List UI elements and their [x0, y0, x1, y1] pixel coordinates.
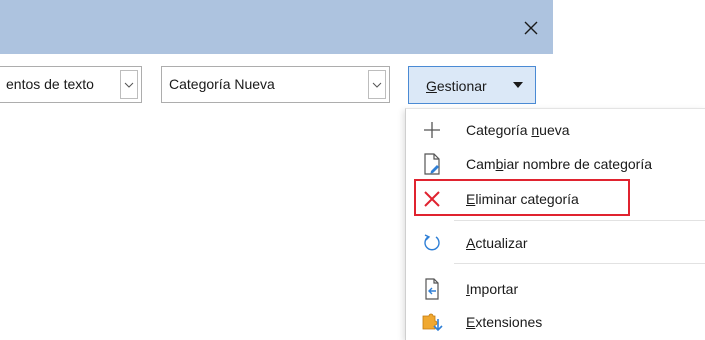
menu-item-delete-category[interactable]: Eliminar categoría	[406, 184, 705, 214]
menu-item-refresh[interactable]: Actualizar	[406, 228, 705, 258]
import-icon	[421, 278, 443, 300]
plus-icon	[421, 119, 443, 141]
extensions-icon	[421, 311, 443, 333]
close-icon	[524, 21, 538, 35]
chevron-down-icon	[124, 82, 134, 88]
delete-x-icon	[421, 188, 443, 210]
menu-item-new-category[interactable]: Categoría nueva	[406, 115, 705, 145]
manage-button[interactable]: Gestionar	[408, 66, 536, 104]
menu-item-label: Actualizar	[466, 235, 528, 251]
rename-document-icon	[421, 153, 443, 175]
dropdown-triangle-icon	[513, 82, 523, 88]
manage-button-label: Gestionar	[426, 78, 487, 94]
menu-item-rename-category[interactable]: Cambiar nombre de categoría	[406, 149, 705, 179]
menu-item-label: Importar	[466, 281, 519, 297]
category-combobox[interactable]: Categoría Nueva	[161, 66, 390, 103]
menu-item-label: Categoría nueva	[466, 122, 570, 138]
menu-item-label: Cambiar nombre de categoría	[466, 156, 652, 172]
filter-combobox-dropdown-button[interactable]	[120, 70, 138, 99]
chevron-down-icon	[372, 82, 382, 88]
refresh-icon	[421, 232, 443, 254]
close-button[interactable]	[519, 16, 543, 40]
manage-dropdown-menu: Categoría nueva Cambiar nombre de catego…	[405, 108, 705, 340]
menu-separator	[454, 220, 705, 221]
filter-combobox-value: entos de texto	[6, 76, 94, 92]
filter-combobox[interactable]: entos de texto	[0, 66, 142, 103]
menu-item-extensions[interactable]: Extensiones	[406, 307, 705, 337]
dialog-titlebar	[0, 0, 553, 54]
category-combobox-dropdown-button[interactable]	[368, 70, 386, 99]
category-combobox-value: Categoría Nueva	[169, 76, 275, 92]
menu-item-label: Extensiones	[466, 314, 543, 330]
menu-item-label: Eliminar categoría	[466, 191, 579, 207]
menu-separator	[454, 263, 705, 264]
menu-item-import[interactable]: Importar	[406, 274, 705, 304]
